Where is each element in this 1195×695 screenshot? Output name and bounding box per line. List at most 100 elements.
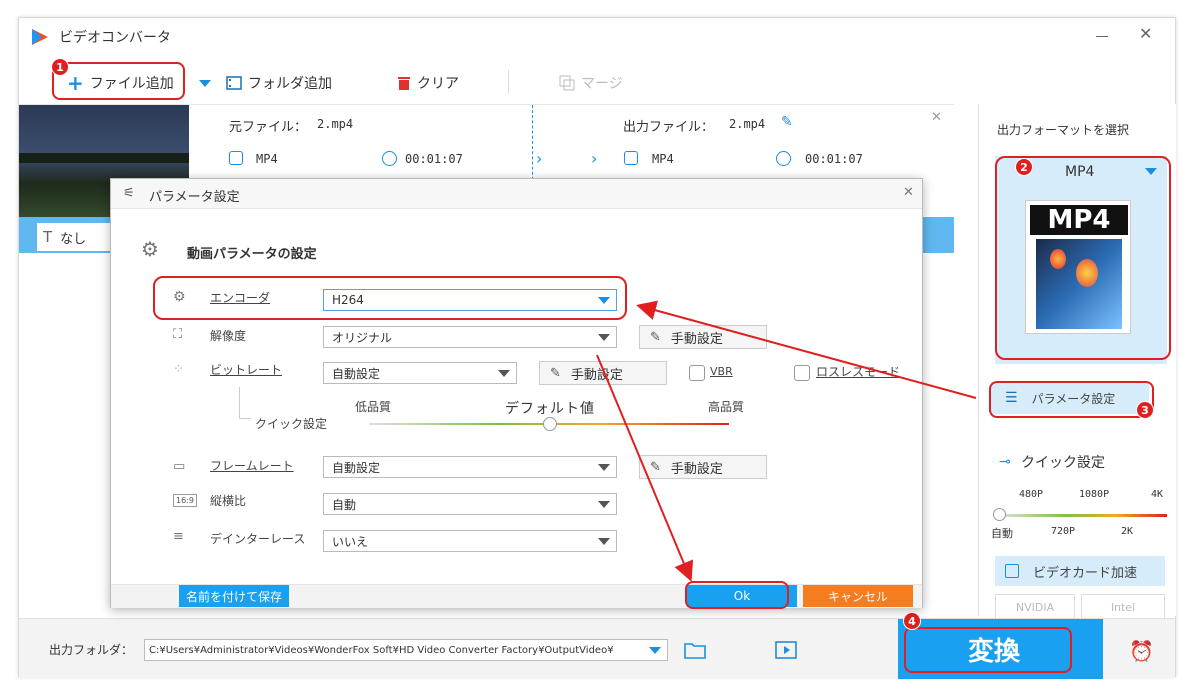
pencil-icon-2: ✎ (550, 365, 561, 381)
dialog-settings-icon: ⚟ (123, 186, 135, 201)
lossless-label: ロスレスモード (816, 365, 901, 379)
app-title: ビデオコンバータ (59, 30, 171, 46)
deinterlace-value: いいえ (332, 534, 369, 549)
vbr-label: VBR (710, 365, 733, 378)
framerate-select[interactable]: 自動設定 (323, 456, 617, 478)
minimize-icon (1096, 36, 1108, 37)
resolution-select[interactable]: オリジナル (323, 326, 617, 348)
framerate-manual-label: 手動設定 (670, 461, 723, 477)
save-as-button[interactable]: 名前を付けて保存 (179, 585, 289, 607)
section-title: 動画パラメータの設定 (187, 247, 317, 262)
vbr-checkbox[interactable] (689, 365, 705, 381)
tree-connector (239, 387, 251, 419)
merge-icon (559, 75, 575, 91)
framerate-label: フレームレート (210, 459, 294, 473)
cancel-label: キャンセル (827, 589, 888, 604)
output-path-dropdown-icon (649, 647, 661, 654)
quick-slider-handle[interactable] (993, 508, 1006, 521)
highlight-encoder (153, 276, 627, 320)
edit-pencil-icon[interactable]: ✎ (781, 114, 793, 130)
dialog-close-button[interactable]: ✕ (903, 185, 914, 200)
toolbar: + ファイル追加 1 フォルダ追加 クリア マージ (19, 58, 1175, 102)
source-format: MP4 (256, 152, 278, 166)
resolution-manual-button[interactable]: ✎ 手動設定 (639, 325, 767, 349)
bitrate-select[interactable]: 自動設定 (323, 362, 517, 384)
gpu-accel-toggle[interactable]: ビデオカード加速 (995, 556, 1165, 586)
cancel-button[interactable]: キャンセル (803, 585, 913, 607)
bitrate-manual-button[interactable]: ✎ 手動設定 (539, 361, 667, 385)
title-bar: ビデオコンバータ ✕ (19, 18, 1175, 58)
add-folder-button[interactable]: フォルダ追加 (226, 73, 332, 93)
close-window-button[interactable]: ✕ (1139, 26, 1152, 42)
subtitle-select[interactable]: T なし (37, 223, 117, 251)
output-path-field[interactable]: C:¥Users¥Administrator¥Videos¥WonderFox … (144, 639, 668, 661)
resolution-manual-label: 手動設定 (670, 331, 723, 347)
deinterlace-icon: ≡ (173, 529, 184, 544)
quality-low-label: 低品質 (355, 400, 392, 414)
video-settings-icon: ⚙ (141, 237, 159, 261)
res-auto: 自動 (991, 527, 1013, 540)
clock-icon (382, 151, 397, 166)
divider-dashed (532, 105, 533, 185)
lossless-checkbox[interactable] (794, 365, 810, 381)
source-duration: 00:01:07 (405, 152, 463, 166)
quality-high-label: 高品質 (708, 400, 745, 414)
step-badge-2: 2 (1015, 158, 1033, 176)
output-format-icon (624, 151, 638, 165)
output-file-name: 2.mp4 (729, 117, 766, 131)
quick-slider-track[interactable] (997, 514, 1167, 517)
step-badge-4: 4 (903, 612, 921, 630)
bitrate-dropdown-icon (498, 369, 510, 377)
parameter-dialog: ⚟ パラメータ設定 ✕ ⚙ 動画パラメータの設定 ⚙ エンコーダ H264 ⛶ … (110, 178, 923, 609)
gpu-accel-label: ビデオカード加速 (1033, 565, 1138, 581)
res-720p: 720P (1051, 526, 1076, 537)
deinterlace-label: デインターレース (210, 532, 306, 546)
quality-default-label: デフォルト値 (505, 401, 595, 417)
highlight-param-button (989, 381, 1154, 418)
app-logo-icon (32, 29, 48, 45)
add-file-dropdown-icon[interactable] (199, 80, 211, 87)
subtitle-value: なし (60, 231, 87, 247)
dialog-titlebar: ⚟ パラメータ設定 ✕ (111, 179, 922, 209)
clear-button[interactable]: クリア (397, 73, 459, 93)
pencil-icon: ✎ (650, 329, 661, 345)
output-file-label: 出力ファイル： (623, 120, 715, 135)
output-clock-icon (776, 151, 791, 166)
quality-slider-handle[interactable] (543, 417, 557, 431)
alarm-clock-icon[interactable]: ⏰ (1129, 639, 1154, 663)
output-path-value: C:¥Users¥Administrator¥Videos¥WonderFox … (149, 644, 614, 656)
highlight-ok (685, 581, 789, 609)
output-duration: 00:01:07 (805, 152, 863, 166)
film-folder-icon (226, 76, 242, 90)
aspect-select[interactable]: 自動 (323, 493, 617, 515)
arrow-right-icon: › (536, 149, 543, 168)
framerate-manual-button[interactable]: ✎ 手動設定 (639, 455, 767, 479)
res-2k: 2K (1121, 526, 1134, 537)
video-format-icon (229, 151, 243, 165)
intel-button[interactable]: Intel (1081, 594, 1165, 620)
quick-settings-label: クイック設定 (255, 417, 328, 431)
toolbar-divider (508, 70, 509, 94)
dialog-title: パラメータ設定 (149, 190, 240, 205)
minimize-button[interactable] (1094, 26, 1110, 42)
deinterlace-select[interactable]: いいえ (323, 530, 617, 552)
merge-label: マージ (581, 76, 623, 92)
clear-label: クリア (417, 76, 459, 92)
nvidia-button[interactable]: NVIDIA (995, 594, 1075, 620)
aspect-value: 自動 (332, 497, 357, 512)
framerate-dropdown-icon (598, 463, 610, 471)
resolution-value: オリジナル (332, 330, 393, 345)
pencil-icon-3: ✎ (650, 459, 661, 475)
highlight-format (995, 156, 1171, 360)
step-badge-1: 1 (51, 58, 69, 76)
output-video-folder-icon[interactable] (775, 640, 797, 660)
aspect-icon: 16:9 (173, 494, 197, 507)
merge-button[interactable]: マージ (559, 73, 623, 93)
quick-settings-heading: クイック設定 (1021, 455, 1105, 471)
bitrate-manual-label: 手動設定 (570, 367, 623, 383)
remove-file-icon[interactable]: ✕ (931, 110, 942, 125)
framerate-icon: ▭ (173, 459, 186, 474)
open-folder-icon[interactable] (684, 641, 706, 659)
text-icon: T (43, 228, 53, 246)
deinterlace-dropdown-icon (598, 537, 610, 545)
